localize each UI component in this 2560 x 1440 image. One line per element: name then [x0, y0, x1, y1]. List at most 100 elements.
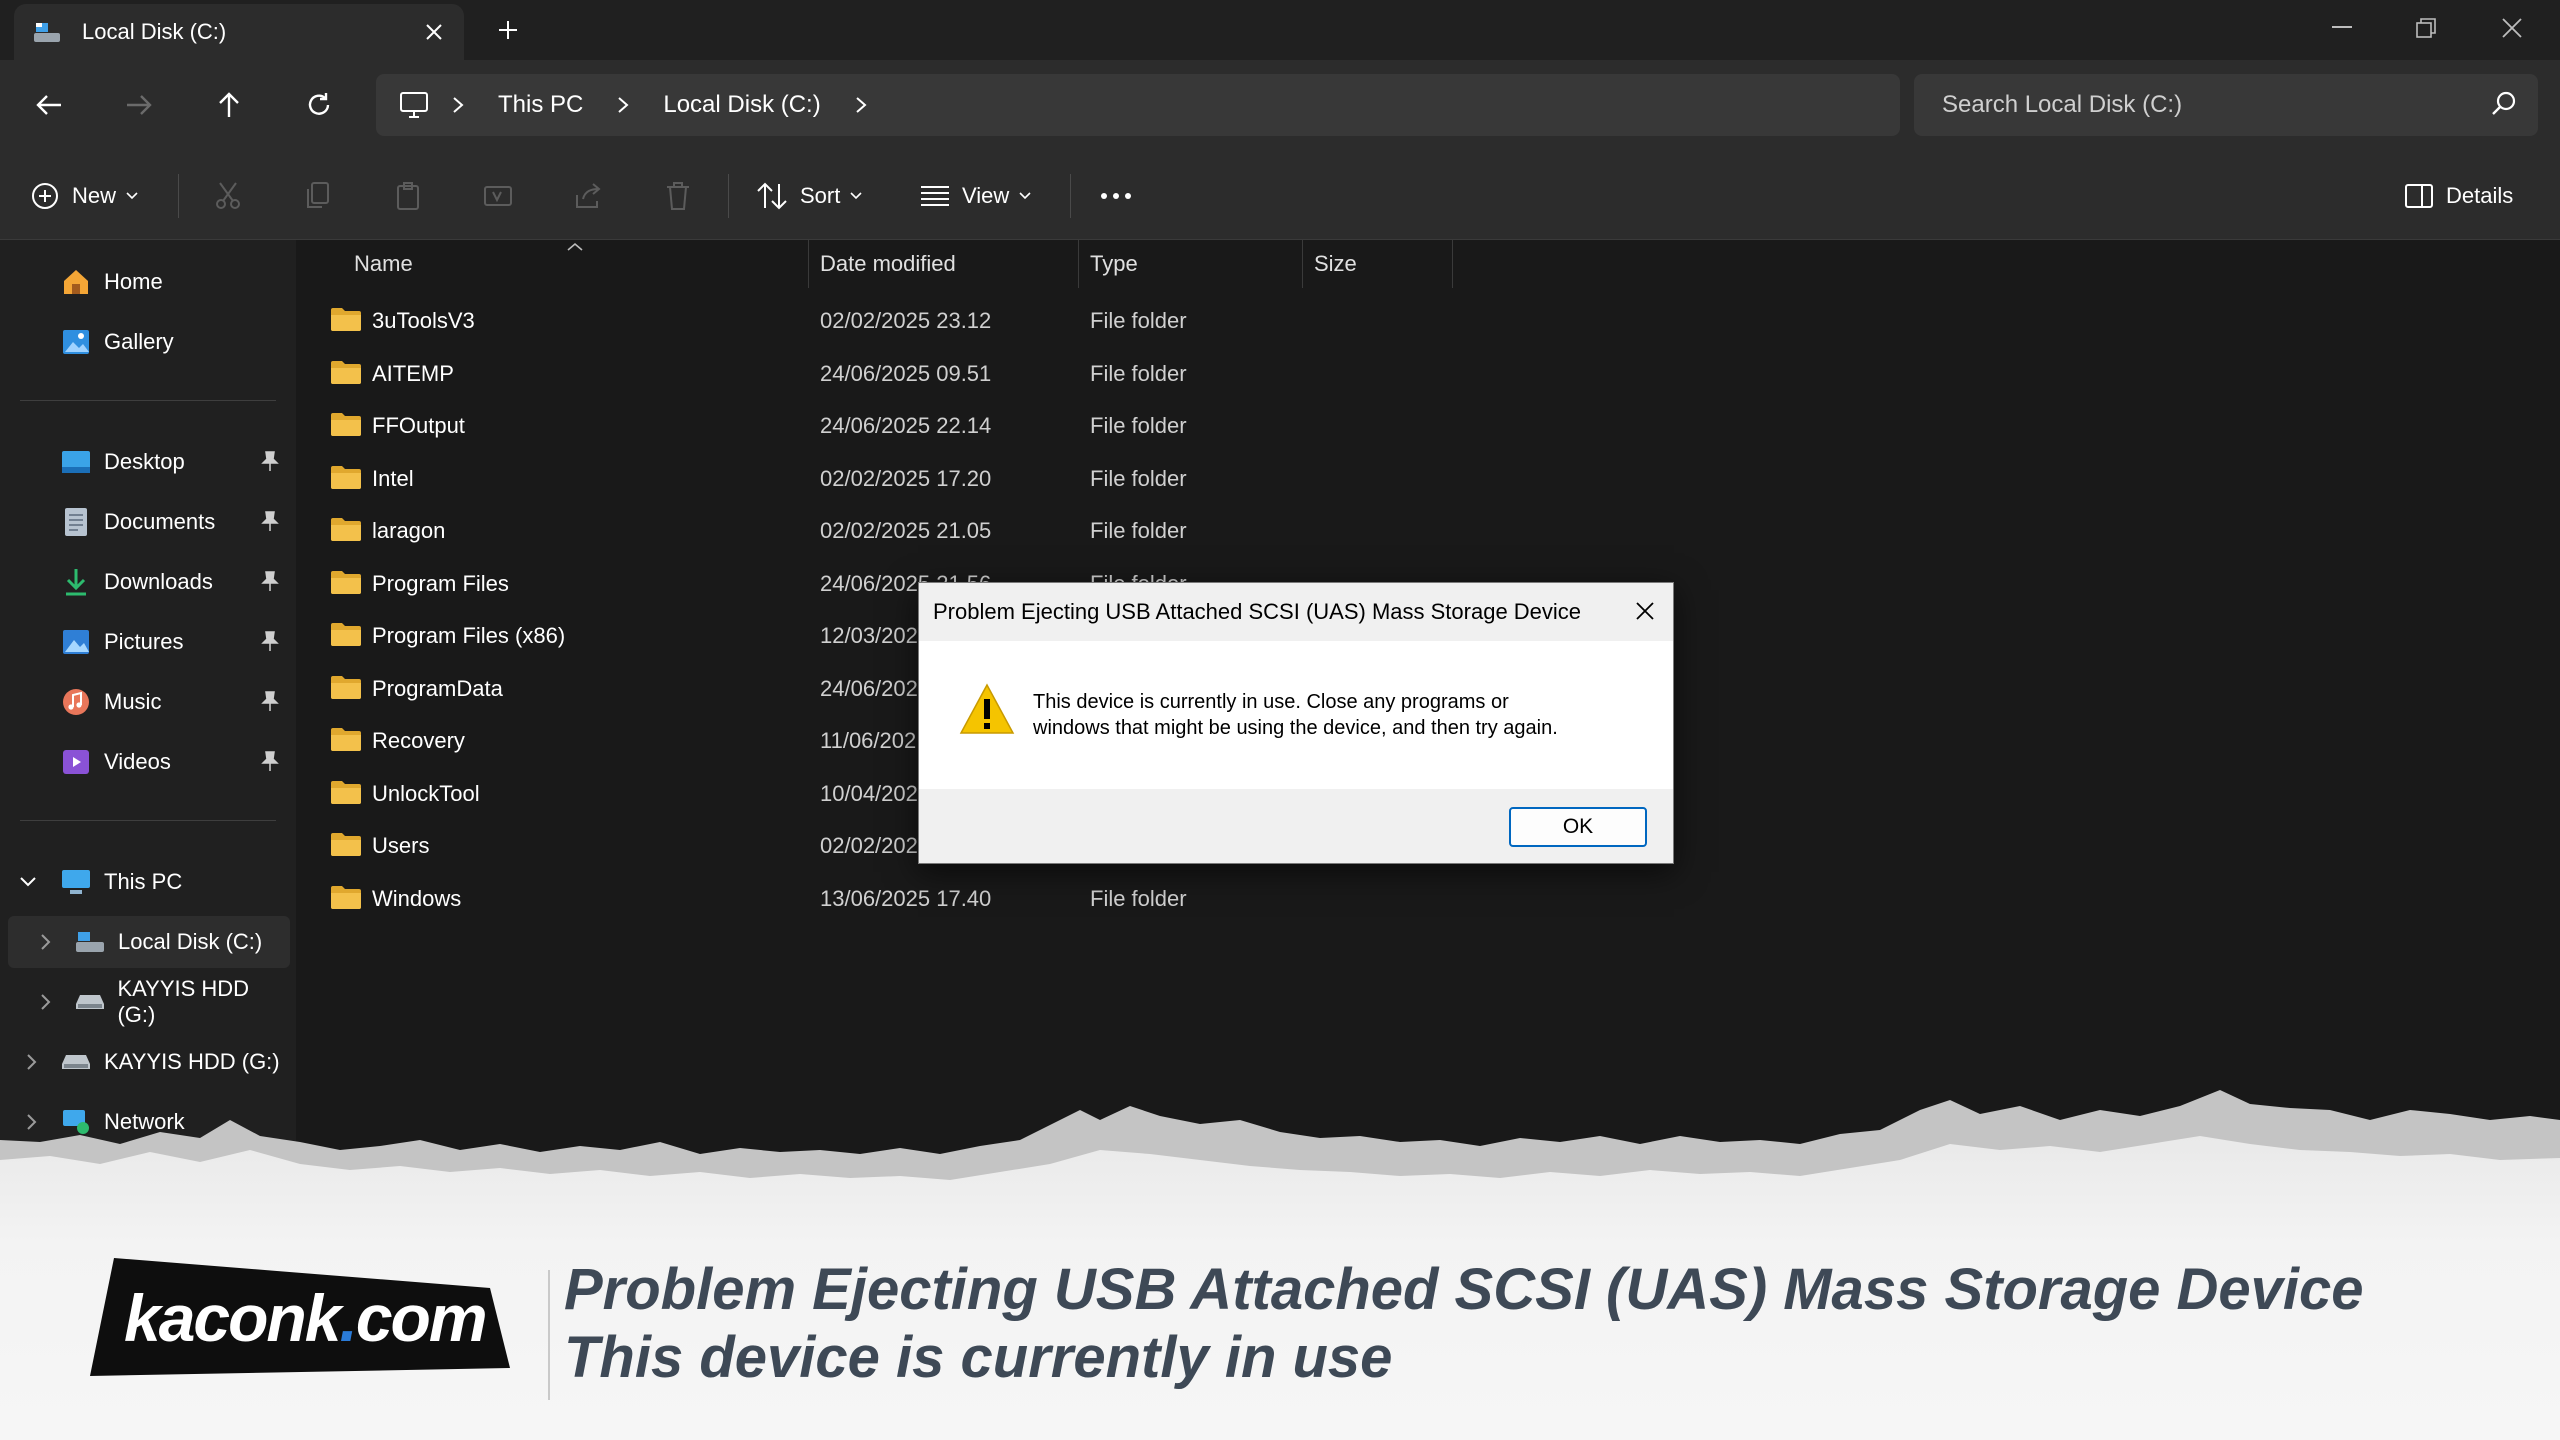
tab-local-disk[interactable]: Local Disk (C:) — [14, 4, 464, 60]
new-button[interactable]: New — [30, 170, 138, 222]
sidebar-item-label: KAYYIS HDD (G:) — [117, 976, 250, 1027]
file-row[interactable]: AITEMP 24/06/2025 09.51 File folder — [326, 349, 1526, 397]
sidebar-item-videos[interactable]: Videos — [8, 736, 290, 788]
rename-icon[interactable] — [472, 170, 524, 222]
sort-button[interactable]: Sort — [756, 170, 862, 222]
close-tab-icon[interactable] — [414, 12, 454, 52]
drive-icon — [74, 926, 106, 958]
chevron-right-icon[interactable] — [20, 1050, 44, 1074]
close-window-icon[interactable] — [2470, 0, 2554, 56]
column-header-size[interactable]: Size — [1314, 240, 1357, 288]
tab-title: Local Disk (C:) — [82, 19, 227, 44]
forward-arrow-icon[interactable] — [114, 80, 164, 130]
file-date: 12/03/202 — [820, 623, 918, 648]
folder-icon — [331, 308, 361, 331]
navigation-bar: This PC Local Disk (C:) — [0, 60, 2560, 150]
column-divider[interactable] — [1302, 240, 1303, 288]
up-arrow-icon[interactable] — [204, 80, 254, 130]
search-input[interactable] — [1942, 91, 2462, 119]
drive-icon — [34, 23, 60, 42]
chevron-right-icon[interactable] — [34, 930, 58, 954]
breadcrumb-local-disk[interactable]: Local Disk (C:) — [649, 91, 834, 119]
more-options-icon[interactable] — [1090, 170, 1142, 222]
file-type: File folder — [1090, 360, 1187, 386]
details-label: Details — [2446, 183, 2514, 208]
search-icon[interactable] — [2490, 90, 2518, 118]
dialog-body: This device is currently in use. Close a… — [919, 641, 1673, 789]
logo-tld: com — [355, 1281, 488, 1355]
back-arrow-icon[interactable] — [24, 80, 74, 130]
file-date: 11/06/202 — [820, 728, 917, 753]
refresh-icon[interactable] — [294, 80, 344, 130]
cut-icon[interactable] — [202, 170, 254, 222]
file-row[interactable]: FFOutput 24/06/2025 22.14 File folder — [326, 401, 1526, 449]
file-name: Windows — [372, 885, 462, 911]
file-row[interactable]: laragon 02/02/2025 21.05 File folder — [326, 506, 1526, 554]
file-row[interactable]: 3uToolsV3 02/02/2025 23.12 File folder — [326, 296, 1526, 344]
sort-ascending-icon — [567, 242, 583, 251]
sidebar-item-home[interactable]: Home — [8, 256, 290, 308]
breadcrumb-this-pc[interactable]: This PC — [484, 91, 597, 119]
column-divider[interactable] — [1452, 240, 1453, 288]
sidebar-item-this-pc[interactable]: This PC — [8, 856, 290, 908]
chevron-down-icon[interactable] — [16, 870, 40, 894]
pin-icon[interactable] — [260, 630, 280, 652]
close-icon[interactable] — [1627, 593, 1663, 629]
chevron-right-icon — [597, 96, 649, 114]
monitor-icon — [396, 87, 432, 123]
file-name: FFOutput — [372, 413, 465, 438]
delete-icon[interactable] — [652, 170, 704, 222]
file-date: 02/02/2025 23.12 — [820, 308, 992, 333]
sidebar-item-downloads[interactable]: Downloads — [8, 556, 290, 608]
sidebar-divider — [20, 820, 276, 821]
pin-icon[interactable] — [260, 450, 280, 472]
file-row[interactable]: Windows 13/06/2025 17.40 File folder — [326, 874, 1526, 922]
sidebar-item-label: Home — [104, 269, 163, 294]
new-label: New — [72, 183, 117, 208]
copy-icon[interactable] — [292, 170, 344, 222]
address-bar[interactable]: This PC Local Disk (C:) — [376, 74, 1900, 136]
column-divider[interactable] — [1078, 240, 1079, 288]
kaconk-logo: kaconk.com — [90, 1258, 510, 1378]
details-button[interactable]: Details — [2404, 170, 2513, 222]
pin-icon[interactable] — [260, 690, 280, 712]
toolbar-divider — [178, 174, 179, 218]
file-name: Program Files — [372, 570, 509, 596]
new-tab-icon[interactable] — [488, 10, 528, 50]
chevron-right-icon[interactable] — [835, 96, 887, 114]
sidebar-item-kayyis-hdd[interactable]: KAYYIS HDD (G:) — [8, 976, 290, 1028]
paste-icon[interactable] — [382, 170, 434, 222]
file-name: Intel — [372, 465, 414, 491]
file-type: File folder — [1090, 518, 1187, 543]
minimize-icon[interactable] — [2300, 0, 2384, 56]
folder-icon — [331, 780, 361, 804]
column-header-type[interactable]: Type — [1090, 240, 1138, 288]
logo-main: kaconk — [124, 1281, 341, 1355]
sidebar-item-local-disk[interactable]: Local Disk (C:) — [8, 916, 290, 968]
pin-icon[interactable] — [260, 570, 280, 592]
sidebar-item-gallery[interactable]: Gallery — [8, 316, 290, 368]
pin-icon[interactable] — [260, 750, 280, 772]
column-header-date[interactable]: Date modified — [820, 240, 956, 288]
file-date: 13/06/2025 17.40 — [820, 885, 992, 911]
search-box — [1914, 74, 2538, 136]
sidebar-divider — [20, 400, 276, 401]
sidebar-item-label: Desktop — [104, 449, 185, 474]
ok-button[interactable]: OK — [1509, 807, 1647, 847]
pin-icon[interactable] — [260, 510, 280, 532]
toolbar-divider — [1070, 174, 1071, 218]
sidebar-item-pictures[interactable]: Pictures — [8, 616, 290, 668]
restore-icon[interactable] — [2384, 0, 2468, 56]
file-row[interactable]: Intel 02/02/2025 17.20 File folder — [326, 454, 1526, 502]
column-divider[interactable] — [808, 240, 809, 288]
sidebar-item-desktop[interactable]: Desktop — [8, 436, 290, 488]
view-button[interactable]: View — [920, 170, 1031, 222]
chevron-right-icon[interactable] — [34, 990, 58, 1014]
sidebar-item-documents[interactable]: Documents — [8, 496, 290, 548]
folder-icon — [331, 728, 361, 751]
sidebar-item-music[interactable]: Music — [8, 676, 290, 728]
file-date: 24/06/202 — [820, 675, 918, 701]
share-icon[interactable] — [562, 170, 614, 222]
sort-label: Sort — [800, 183, 841, 208]
column-header-name[interactable]: Name — [354, 240, 413, 288]
